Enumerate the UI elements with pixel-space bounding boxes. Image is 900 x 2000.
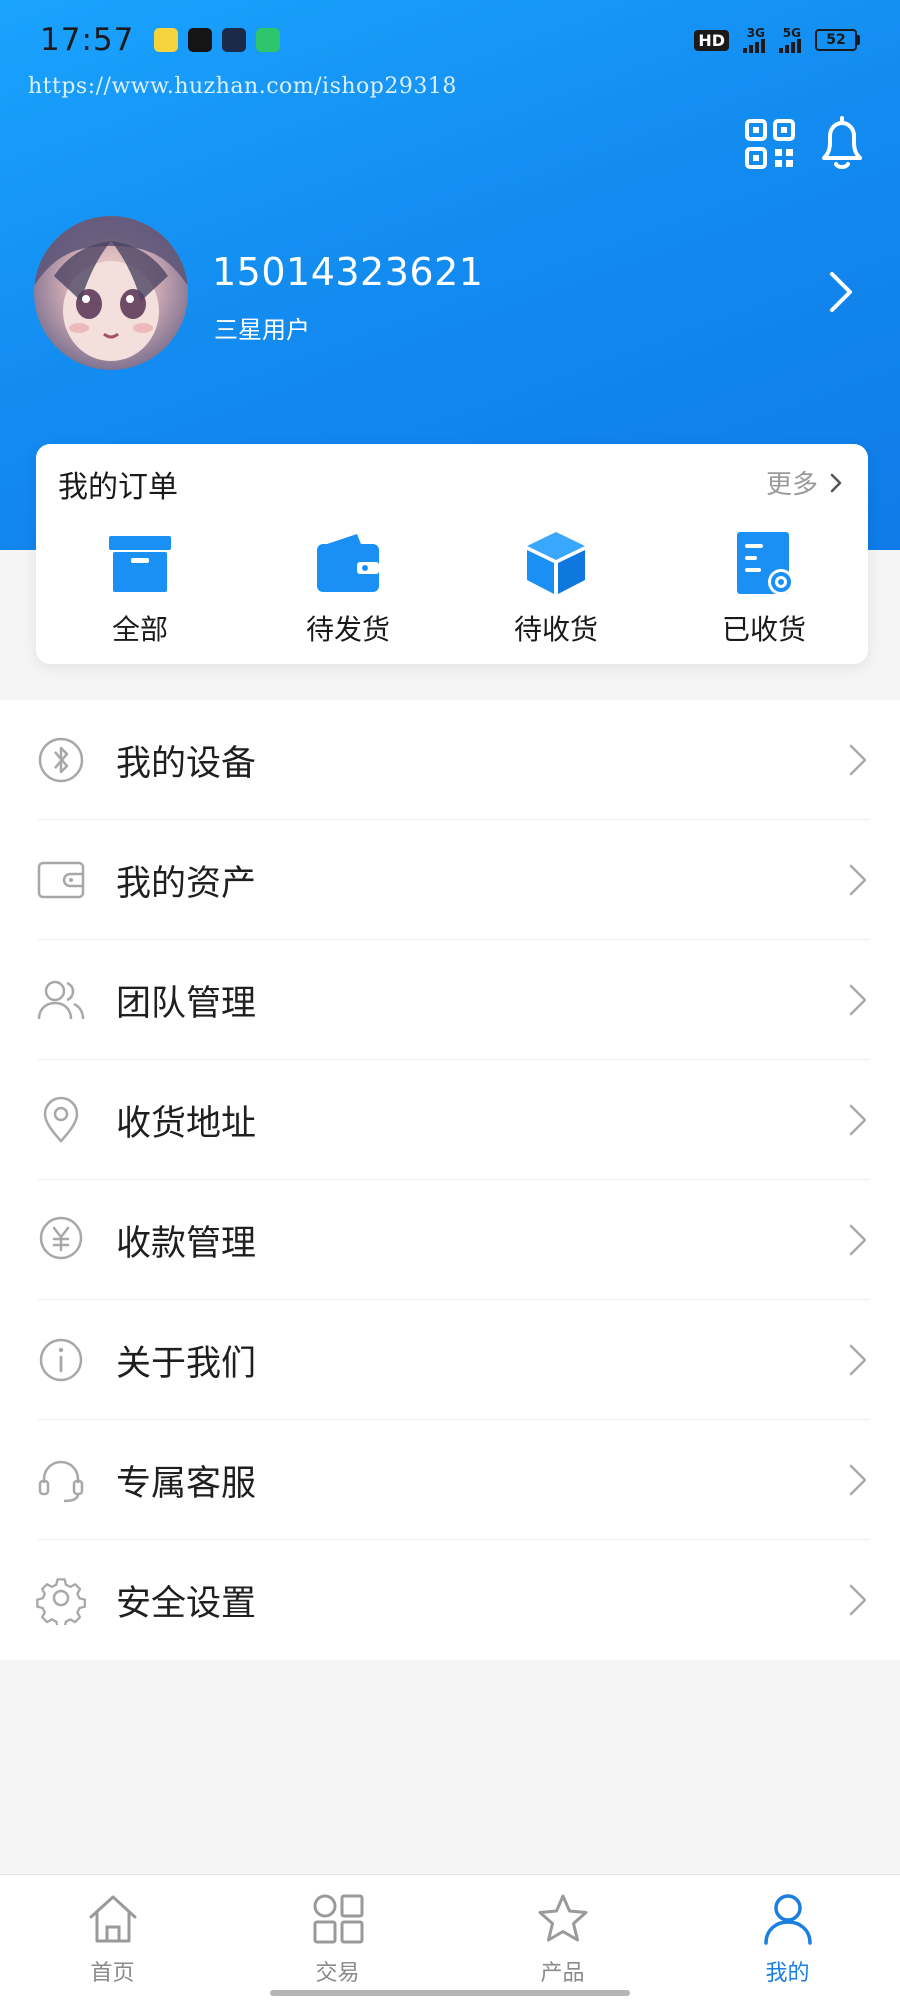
order-status-received[interactable]: 已收货 bbox=[660, 530, 868, 648]
info-icon bbox=[39, 1338, 83, 1382]
menu-item-my-assets[interactable]: 我的资产 bbox=[0, 820, 900, 940]
grid-icon bbox=[313, 1894, 363, 1944]
menu-item-customer-service[interactable]: 专属客服 bbox=[0, 1420, 900, 1540]
watermark-url: https://www.huzhan.com/ishop29318 bbox=[28, 74, 457, 99]
menu-label: 收款管理 bbox=[116, 1223, 257, 1264]
chevron-right-icon bbox=[849, 1584, 867, 1616]
menu-item-shipping-address[interactable]: 收货地址 bbox=[0, 1060, 900, 1180]
tab-trade[interactable]: 交易 bbox=[225, 1875, 450, 2000]
menu-item-team-management[interactable]: 团队管理 bbox=[0, 940, 900, 1060]
chevron-right-icon bbox=[849, 864, 867, 896]
chevron-right-icon bbox=[849, 744, 867, 776]
headset-icon bbox=[38, 1460, 84, 1503]
bluetooth-icon bbox=[38, 737, 84, 783]
order-status-pending-receipt[interactable]: 待收货 bbox=[452, 530, 660, 648]
chevron-right-icon bbox=[849, 1104, 867, 1136]
signal-5g-icon: 5G bbox=[779, 27, 801, 53]
bottom-tab-bar: 首页 交易 产品 我的 bbox=[0, 1874, 900, 2000]
location-icon bbox=[43, 1096, 79, 1143]
bell-icon[interactable] bbox=[814, 114, 870, 172]
signal-3g-icon: 3G bbox=[743, 27, 765, 53]
order-status-all[interactable]: 全部 bbox=[36, 530, 244, 648]
notification-app-icons bbox=[154, 28, 281, 52]
menu-label: 我的资产 bbox=[116, 863, 257, 904]
hd-voice-badge: HD bbox=[694, 29, 729, 51]
menu-label: 团队管理 bbox=[116, 983, 257, 1024]
gear-icon bbox=[36, 1578, 86, 1625]
avatar-illustration bbox=[34, 216, 188, 361]
chevron-right-icon bbox=[830, 473, 842, 492]
tab-label: 首页 bbox=[90, 1961, 135, 1986]
chevron-right-icon bbox=[849, 1344, 867, 1376]
chevron-right-icon bbox=[849, 1224, 867, 1256]
menu-item-security-settings[interactable]: 安全设置 bbox=[0, 1540, 900, 1660]
wallet-icon bbox=[317, 534, 379, 592]
menu-label: 我的设备 bbox=[116, 743, 257, 784]
notification-app-icon bbox=[256, 28, 281, 52]
settings-menu: 我的设备 我的资产 团队管理 收货地址 收款管理 关于我们 专属客服 安全设置 bbox=[0, 700, 900, 1660]
order-status-list: 全部 待发货 待收货 已收货 bbox=[36, 530, 868, 648]
notification-app-icon bbox=[154, 28, 179, 52]
tab-label: 产品 bbox=[540, 1961, 585, 1986]
battery-icon: 52 bbox=[815, 29, 860, 51]
box-icon bbox=[109, 536, 171, 592]
status-bar: 17:57 HD 3G 5G 52 bbox=[0, 0, 900, 80]
cube-icon bbox=[527, 532, 585, 594]
tab-label: 交易 bbox=[315, 1961, 360, 1986]
home-indicator[interactable] bbox=[270, 1990, 630, 1996]
menu-label: 关于我们 bbox=[116, 1343, 257, 1384]
chevron-right-icon bbox=[849, 984, 867, 1016]
tab-home[interactable]: 首页 bbox=[0, 1875, 225, 2000]
menu-item-payment-management[interactable]: 收款管理 bbox=[0, 1180, 900, 1300]
notification-app-icon bbox=[222, 28, 247, 52]
menu-label: 安全设置 bbox=[116, 1583, 257, 1624]
order-status-label: 全部 bbox=[111, 613, 168, 646]
qr-code-icon[interactable] bbox=[744, 118, 796, 170]
tab-me[interactable]: 我的 bbox=[675, 1875, 900, 2000]
order-status-pending-shipment[interactable]: 待发货 bbox=[244, 530, 452, 648]
star-icon bbox=[538, 1894, 587, 1942]
order-status-label: 已收货 bbox=[721, 613, 806, 646]
document-gear-icon bbox=[737, 532, 794, 595]
user-icon bbox=[763, 1894, 812, 1945]
order-status-label: 待收货 bbox=[513, 613, 598, 646]
avatar[interactable] bbox=[34, 216, 188, 370]
menu-label: 专属客服 bbox=[116, 1463, 257, 1504]
notification-app-icon bbox=[188, 28, 213, 52]
orders-more-label: 更多 bbox=[765, 470, 818, 500]
tab-products[interactable]: 产品 bbox=[450, 1875, 675, 2000]
menu-item-about-us[interactable]: 关于我们 bbox=[0, 1300, 900, 1420]
profile-chevron-right-icon[interactable] bbox=[826, 270, 856, 314]
status-time: 17:57 bbox=[40, 22, 135, 58]
wallet-outline-icon bbox=[37, 861, 85, 899]
orders-more-link[interactable]: 更多 bbox=[766, 464, 842, 501]
menu-label: 收货地址 bbox=[116, 1103, 257, 1144]
yuan-icon bbox=[39, 1216, 83, 1260]
chevron-right-icon bbox=[849, 1464, 867, 1496]
order-status-label: 待发货 bbox=[305, 613, 390, 646]
battery-level: 52 bbox=[815, 29, 857, 51]
home-icon bbox=[89, 1895, 136, 1943]
menu-item-my-devices[interactable]: 我的设备 bbox=[0, 700, 900, 820]
user-phone[interactable]: 15014323621 bbox=[212, 250, 483, 294]
user-level: 三星用户 bbox=[214, 316, 310, 344]
orders-title: 我的订单 bbox=[58, 470, 178, 505]
team-icon bbox=[37, 980, 85, 1020]
orders-card: 我的订单 更多 全部 待发货 待收货 已收货 bbox=[36, 444, 868, 664]
tab-label: 我的 bbox=[765, 1961, 810, 1986]
status-indicators: HD 3G 5G 52 bbox=[694, 27, 860, 53]
